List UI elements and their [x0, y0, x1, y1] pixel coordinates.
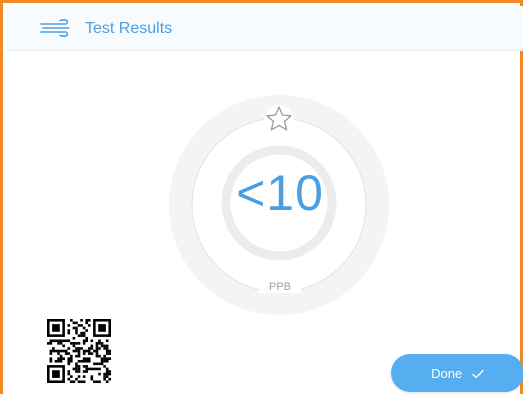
result-unit: PPB [259, 281, 301, 293]
app-window: Test Results <10 PPB Done [0, 0, 523, 394]
done-button-label: Done [431, 366, 463, 382]
checkmark-icon [472, 369, 484, 378]
done-button[interactable]: Done [391, 354, 523, 392]
qr-code [39, 311, 119, 391]
result-value: <10 [236, 165, 324, 221]
